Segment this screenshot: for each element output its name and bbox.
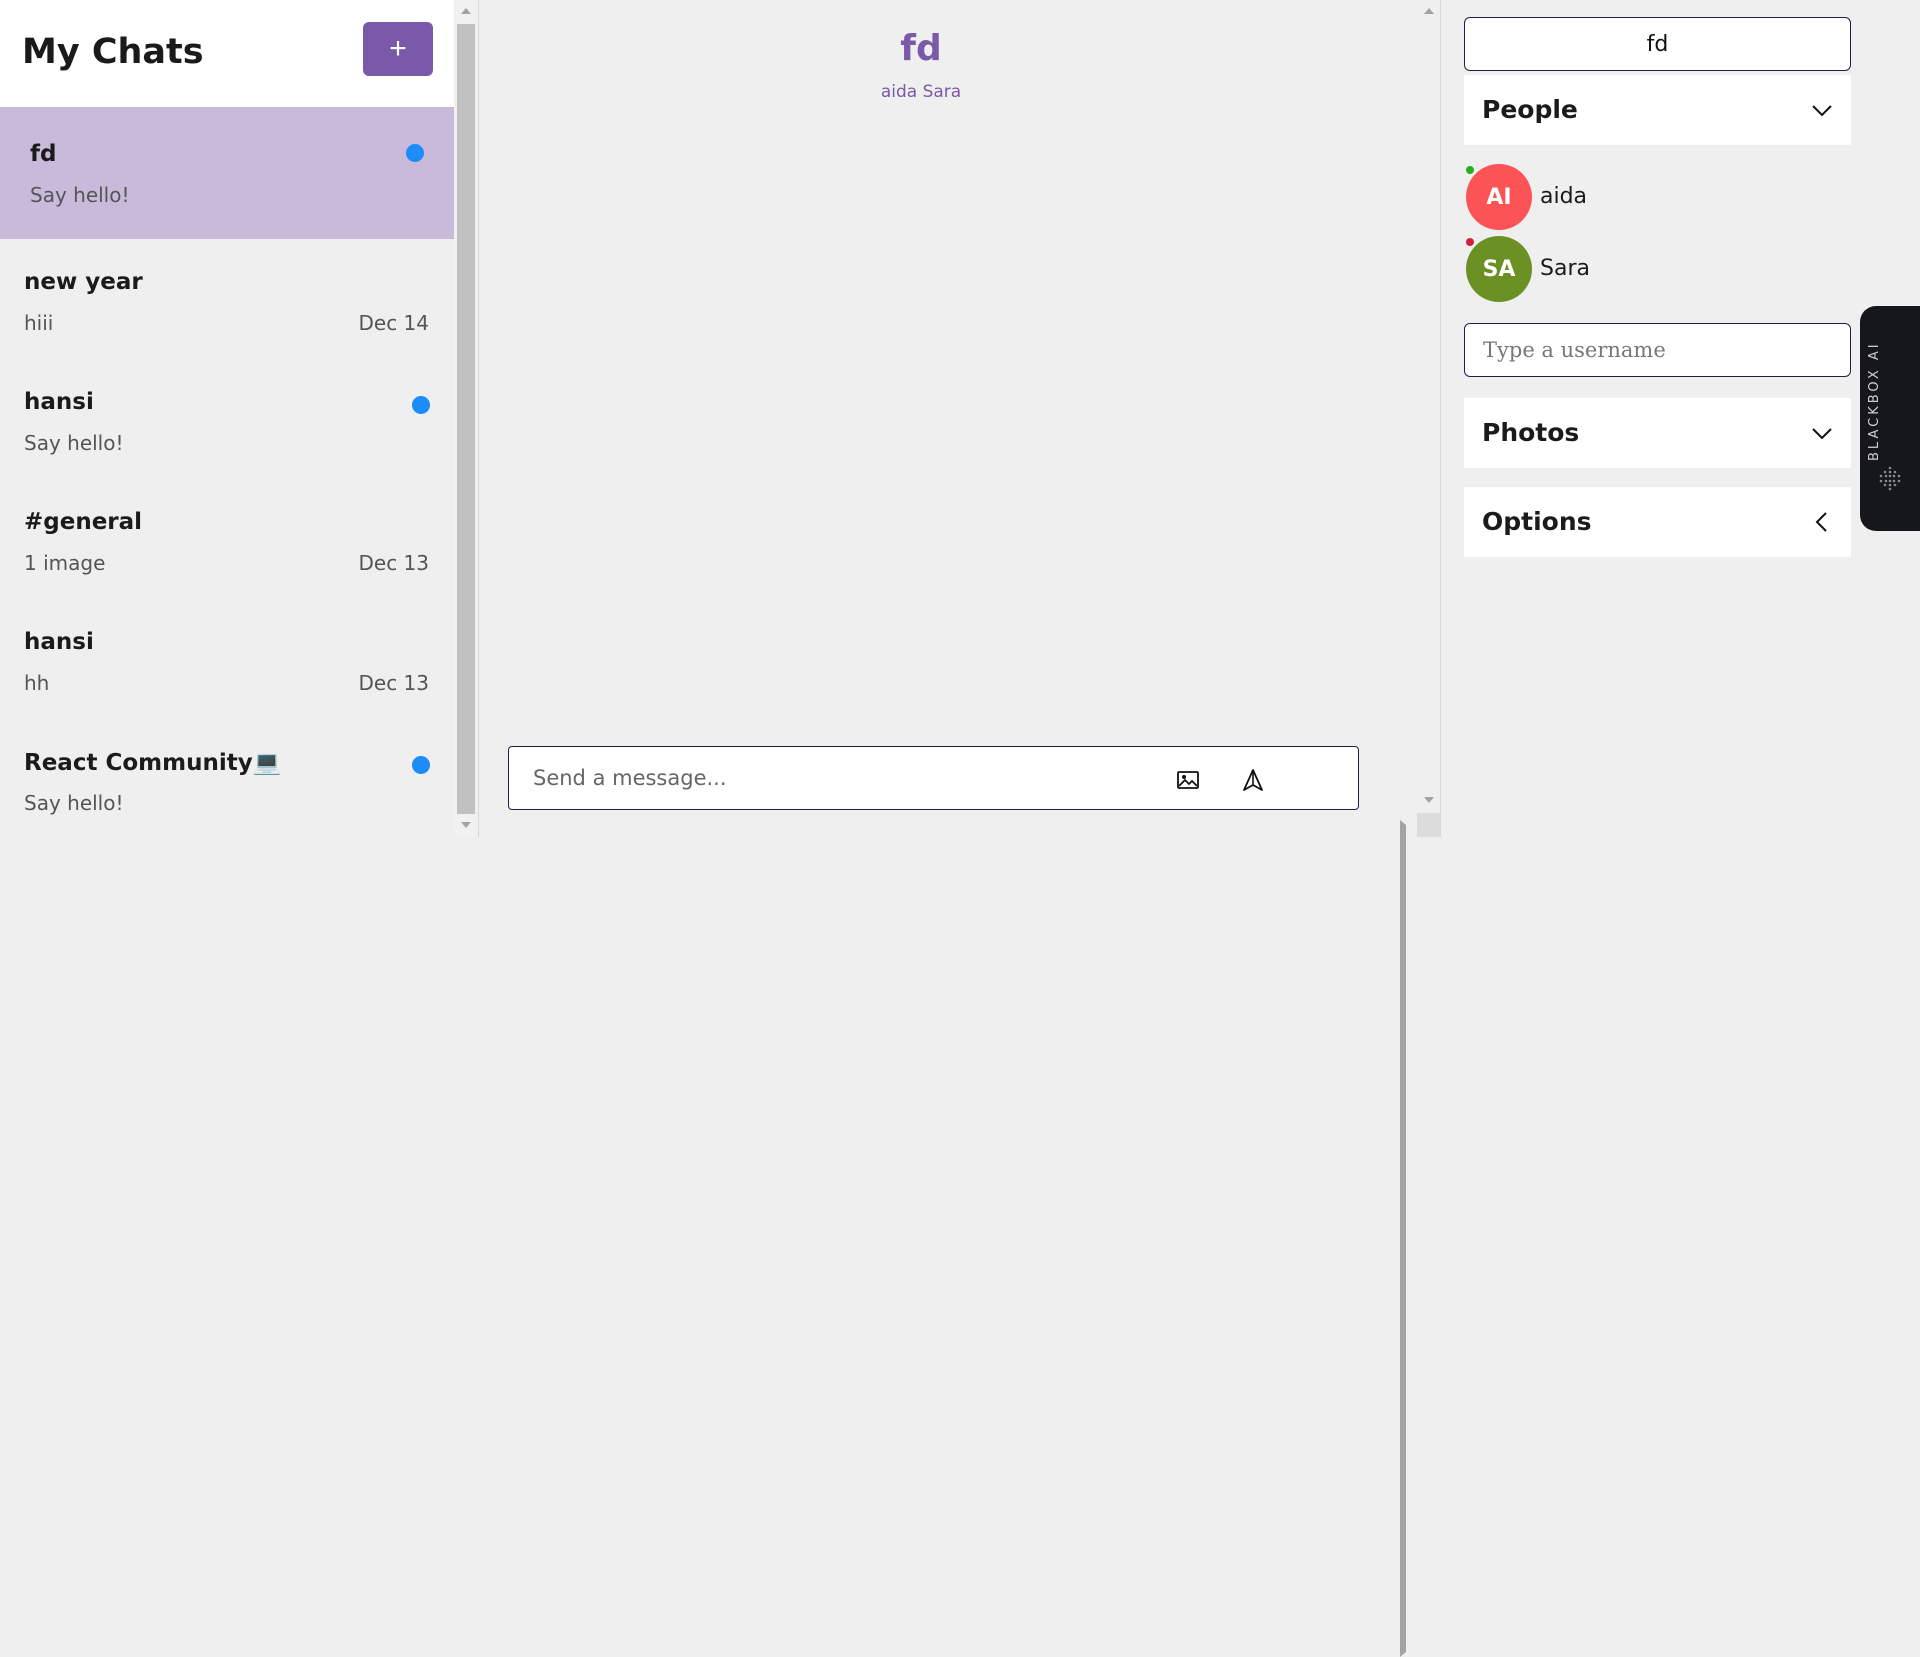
scrollbar-corner (1417, 813, 1441, 837)
people-section-header[interactable]: People (1464, 75, 1851, 145)
chat-card-title: hansi (24, 629, 94, 655)
scrollbar-thumb[interactable] (457, 24, 475, 814)
options-label: Options (1482, 507, 1592, 536)
avatar: SA (1466, 236, 1532, 302)
person-name: aida (1540, 184, 1588, 209)
unread-dot-icon (412, 756, 430, 774)
chat-card-preview: Say hello! (24, 791, 124, 815)
chat-feed: fd aida Sara (478, 0, 1880, 1657)
person-row: SA Sara (1466, 236, 1766, 302)
people-label: People (1482, 95, 1578, 124)
blackbox-logo-icon (1879, 466, 1901, 491)
scroll-up-arrow-icon[interactable] (461, 8, 471, 14)
chevron-down-icon (1812, 428, 1832, 440)
chat-card-date: Dec 14 (358, 311, 429, 335)
username-input[interactable] (1464, 323, 1851, 377)
chat-card-hansi-2[interactable]: hansi hh Dec 13 (0, 599, 454, 719)
chat-card-date: Dec 13 (358, 671, 429, 695)
chat-card-title: new year (24, 269, 143, 295)
chat-card-react-community[interactable]: React Community💻 Say hello! (0, 719, 454, 839)
person-name: Sara (1540, 256, 1590, 281)
blackbox-ai-tab[interactable]: BLACKBOX AI (1860, 306, 1920, 531)
chat-card-title: hansi (24, 389, 94, 415)
chat-card-title: fd (30, 141, 57, 167)
chevron-left-icon (1815, 512, 1827, 532)
chevron-down-icon (1812, 105, 1832, 117)
scroll-down-arrow-icon[interactable] (1424, 797, 1434, 803)
options-section-header[interactable]: Options (1464, 487, 1851, 557)
image-icon (1177, 771, 1199, 789)
person-row: AI aida (1466, 164, 1766, 230)
chat-card-new-year[interactable]: new year hiii Dec 14 (0, 239, 454, 359)
chat-card-general[interactable]: #general 1 image Dec 13 (0, 479, 454, 599)
scroll-right-arrow-icon[interactable] (1400, 820, 1880, 1657)
chat-members: aida Sara (880, 82, 962, 102)
chat-list: fd Say hello! new year hiii Dec 14 hansi… (0, 107, 454, 839)
chat-card-title: React Community💻 (24, 750, 282, 776)
online-status-icon (1466, 166, 1474, 174)
chat-card-title: #general (24, 509, 143, 535)
send-button[interactable] (1240, 767, 1266, 793)
message-input[interactable] (531, 761, 1131, 795)
chat-card-date: Dec 13 (358, 551, 429, 575)
chat-feed-scrollbar[interactable] (1417, 0, 1441, 837)
chat-settings-panel: People AI aida SA Sara Photos Options (1440, 0, 1920, 837)
offline-status-icon (1466, 238, 1474, 246)
scroll-down-arrow-icon[interactable] (461, 822, 471, 828)
chat-card-preview: Say hello! (30, 183, 130, 207)
chat-card-preview: hh (24, 671, 50, 695)
message-form (508, 746, 1359, 810)
chat-list-scrollbar[interactable] (454, 0, 478, 837)
chat-list-header: My Chats + (0, 0, 454, 107)
chat-list-panel: My Chats + fd Say hello! new year hiii D… (0, 0, 478, 837)
chat-title: fd (900, 28, 942, 69)
new-chat-button[interactable]: + (363, 22, 433, 76)
unread-dot-icon (406, 144, 424, 162)
chat-list-title: My Chats (22, 32, 204, 72)
chat-card-preview: Say hello! (24, 431, 124, 455)
send-icon (1243, 769, 1263, 791)
avatar: AI (1466, 164, 1532, 230)
scroll-up-arrow-icon[interactable] (1424, 8, 1434, 14)
photos-label: Photos (1482, 418, 1580, 447)
plus-icon: + (389, 32, 407, 65)
chat-card-preview: 1 image (24, 551, 106, 575)
chat-title-input[interactable] (1464, 17, 1851, 71)
image-upload-button[interactable] (1175, 767, 1201, 793)
unread-dot-icon (412, 396, 430, 414)
chat-card-preview: hiii (24, 311, 54, 335)
photos-section-header[interactable]: Photos (1464, 398, 1851, 468)
chat-card-hansi[interactable]: hansi Say hello! (0, 359, 454, 479)
blackbox-ai-label: BLACKBOX AI (1867, 341, 1882, 461)
chat-card-fd[interactable]: fd Say hello! (0, 107, 454, 239)
